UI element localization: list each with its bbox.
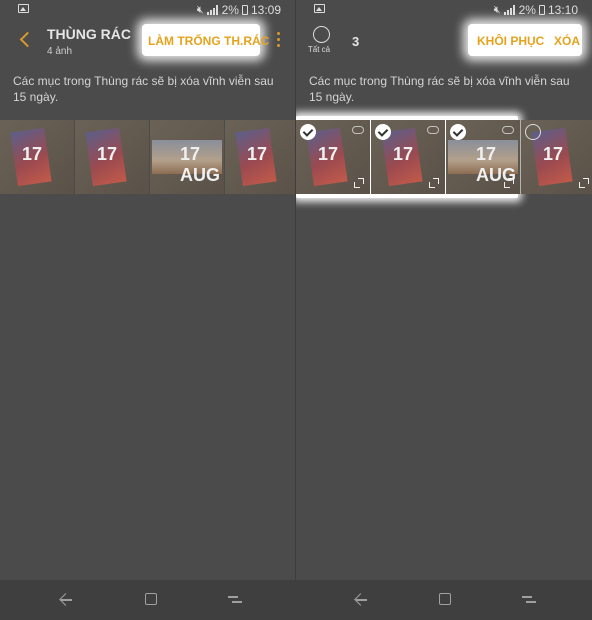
retention-notice: Các mục trong Thùng rác sẽ bị xóa vĩnh v… xyxy=(13,74,274,104)
item-count: 4 ảnh xyxy=(47,46,73,57)
trash-screen: 🔇︎ 2% 13:09 THÙNG RÁC 4 ảnh LÀM TRỐNG TH… xyxy=(0,0,295,580)
select-all-icon xyxy=(312,26,330,43)
expand-icon[interactable] xyxy=(354,178,364,188)
retention-notice: Các mục trong Thùng rác sẽ bị xóa vĩnh v… xyxy=(309,74,570,104)
empty-trash-button[interactable]: LÀM TRỐNG TH.RÁC xyxy=(148,34,269,48)
thumb-label: 17 xyxy=(97,144,118,164)
unchecked-circle-icon[interactable] xyxy=(525,124,541,140)
thumbnail-3[interactable]: 17 AUG xyxy=(446,120,520,194)
image-icon xyxy=(314,4,325,13)
battery-percent: 2% xyxy=(518,3,536,17)
signal-icon xyxy=(206,5,219,15)
thumb-label: 17 xyxy=(543,144,564,164)
back-icon[interactable] xyxy=(18,30,32,48)
thumbnail-strip: 17 17 17 AUG 17 xyxy=(296,120,592,194)
check-icon[interactable] xyxy=(375,124,391,140)
thumb-label: 17 AUG xyxy=(180,144,220,185)
image-icon xyxy=(18,4,29,13)
thumb-label: 17 xyxy=(318,144,339,164)
restore-button[interactable]: KHÔI PHỤC xyxy=(477,34,544,48)
mute-icon: 🔇︎ xyxy=(196,3,204,16)
thumbnail-4[interactable]: 17 xyxy=(225,120,295,194)
signal-icon xyxy=(503,5,516,15)
selected-count: 3 xyxy=(352,34,360,49)
select-all-label: Tất cả xyxy=(307,45,331,54)
mute-icon: 🔇︎ xyxy=(493,3,501,16)
thumbnail-2[interactable]: 17 xyxy=(75,120,149,194)
thumbnail-strip: 17 17 17 AUG 17 xyxy=(0,120,295,194)
status-bar: 🔇︎ 2% 13:09 xyxy=(0,0,295,20)
clock: 13:09 xyxy=(250,3,281,17)
status-bar: 🔇︎ 2% 13:10 xyxy=(296,0,592,20)
thumb-label: 17 xyxy=(247,144,268,164)
nav-recent-icon[interactable] xyxy=(228,593,242,605)
check-icon[interactable] xyxy=(300,124,316,140)
page-title: THÙNG RÁC xyxy=(47,26,131,42)
battery-icon xyxy=(538,5,545,15)
select-all-toggle[interactable]: Tất cả xyxy=(308,26,332,54)
trash-select-screen: 🔇︎ 2% 13:10 Tất cả 3 KHÔI PHỤC XÓA Các m… xyxy=(296,0,592,580)
thumbnail-2[interactable]: 17 xyxy=(371,120,445,194)
thumb-label: 17 xyxy=(22,144,43,164)
delete-button[interactable]: XÓA xyxy=(554,34,580,48)
thumbnail-1[interactable]: 17 xyxy=(0,120,74,194)
app-bar: THÙNG RÁC 4 ảnh LÀM TRỐNG TH.RÁC xyxy=(0,22,295,66)
cloud-icon xyxy=(352,126,364,134)
check-icon[interactable] xyxy=(450,124,466,140)
expand-icon[interactable] xyxy=(579,178,589,188)
nav-home-icon[interactable] xyxy=(439,593,451,605)
system-nav-bar xyxy=(0,580,592,620)
cloud-icon xyxy=(427,126,439,134)
nav-back-icon[interactable] xyxy=(58,592,72,606)
thumbnail-1[interactable]: 17 xyxy=(296,120,370,194)
expand-icon[interactable] xyxy=(504,178,514,188)
thumbnail-3[interactable]: 17 AUG xyxy=(150,120,224,194)
selection-bar: Tất cả 3 KHÔI PHỤC XÓA xyxy=(296,22,592,66)
nav-home-icon[interactable] xyxy=(145,593,157,605)
cloud-icon xyxy=(502,126,514,134)
expand-icon[interactable] xyxy=(429,178,439,188)
thumbnail-4[interactable]: 17 xyxy=(521,120,592,194)
battery-icon xyxy=(241,5,248,15)
thumb-label: 17 xyxy=(393,144,414,164)
clock: 13:10 xyxy=(547,3,578,17)
battery-percent: 2% xyxy=(221,3,239,17)
nav-recent-icon[interactable] xyxy=(522,593,536,605)
more-options-icon[interactable] xyxy=(277,32,281,48)
nav-back-icon[interactable] xyxy=(353,592,367,606)
